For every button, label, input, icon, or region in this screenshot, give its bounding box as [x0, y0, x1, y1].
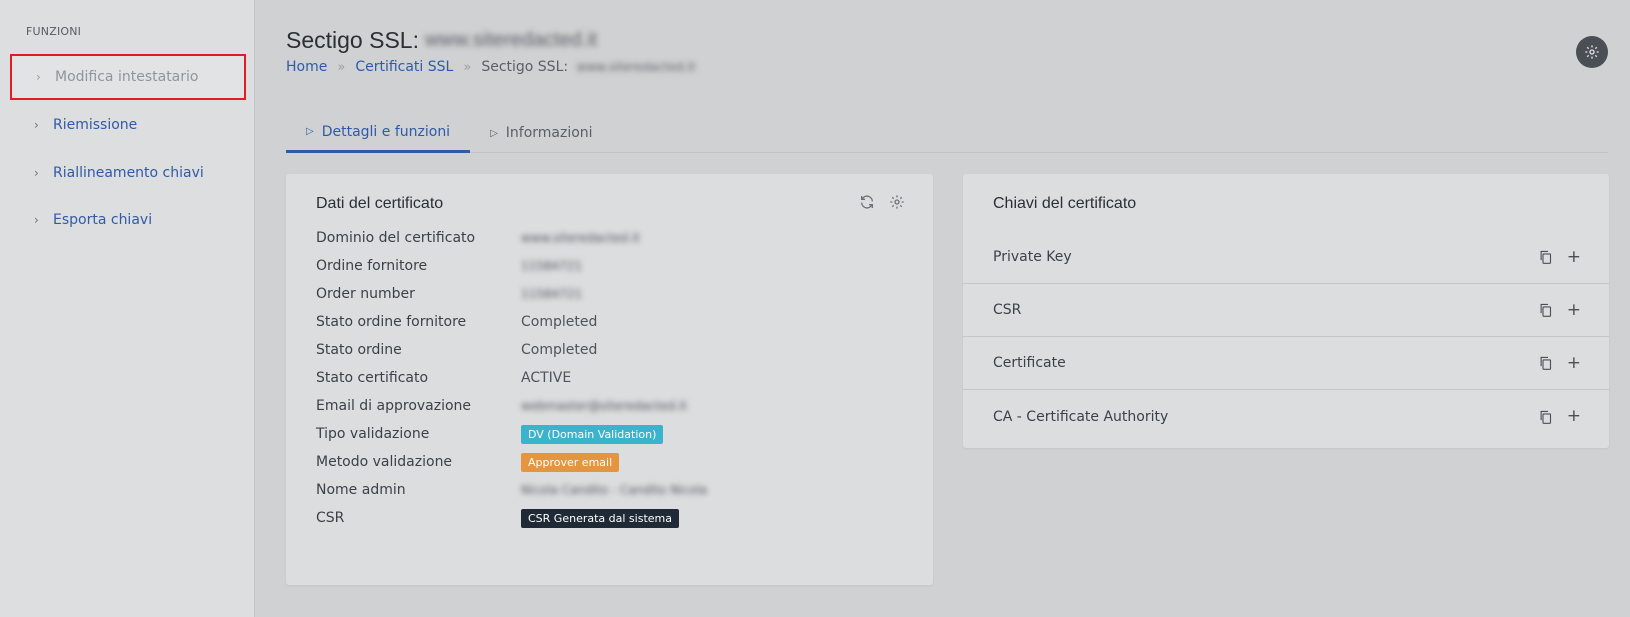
tab-dettagli-e-funzioni[interactable]: ▷ Dettagli e funzioni — [286, 113, 471, 153]
row-value-redacted: www.siteredacted.it — [521, 231, 641, 245]
cert-row-tipo-validazione: Tipo validazione DV (Domain Validation) — [316, 424, 664, 444]
key-actions: + — [1538, 301, 1581, 319]
page-title-domain-redacted: www.siteredacted.it — [424, 29, 598, 51]
key-row-csr[interactable]: CSR + — [963, 284, 1609, 337]
certificate-details-card: Dati del certificato Dominio del certifi… — [286, 174, 933, 585]
row-label: CSR — [316, 510, 345, 526]
row-label: Tipo validazione — [316, 426, 430, 442]
key-row-ca[interactable]: CA - Certificate Authority + — [963, 390, 1609, 443]
certificate-keys-card: Chiavi del certificato Private Key + CSR… — [963, 174, 1609, 448]
row-value-redacted: Nicola Candito - Candito Nicola — [521, 483, 708, 497]
row-label: Nome admin — [316, 482, 406, 498]
key-label: Certificate — [993, 355, 1066, 371]
key-label: Private Key — [993, 249, 1072, 265]
key-actions: + — [1538, 354, 1581, 372]
row-label: Metodo validazione — [316, 454, 453, 470]
cert-row-ordine-fornitore: Ordine fornitore 11584721 — [316, 256, 582, 276]
row-value: ACTIVE — [521, 370, 572, 386]
refresh-icon[interactable] — [859, 194, 875, 210]
breadcrumb-current: Sectigo SSL: www.siteredacted.it — [481, 59, 695, 75]
key-label: CSR — [993, 302, 1022, 318]
cert-row-nome-admin: Nome admin Nicola Candito - Candito Nico… — [316, 480, 707, 500]
chevron-right-icon: › — [34, 166, 39, 180]
main-content: Sectigo SSL: www.siteredacted.it Home » … — [256, 0, 1630, 617]
row-label: Dominio del certificato — [316, 230, 476, 246]
cert-row-stato-certificato: Stato certificato ACTIVE — [316, 368, 571, 388]
card-title: Dati del certificato — [316, 195, 444, 212]
chevron-right-icon: › — [36, 70, 41, 84]
breadcrumb: Home » Certificati SSL » Sectigo SSL: ww… — [286, 59, 696, 75]
key-row-private-key[interactable]: Private Key + — [963, 231, 1609, 284]
key-label: CA - Certificate Authority — [993, 408, 1169, 425]
copy-icon[interactable] — [1538, 249, 1553, 265]
chevron-right-icon: › — [34, 213, 39, 227]
plus-icon[interactable]: + — [1567, 354, 1581, 372]
copy-icon[interactable] — [1538, 302, 1553, 318]
sidebar-item-esporta-chiavi[interactable]: › Esporta chiavi — [10, 197, 246, 243]
sidebar-item-label: Modifica intestatario — [55, 69, 199, 85]
breadcrumb-current-domain-redacted: www.siteredacted.it — [576, 60, 696, 74]
cert-row-metodo-validazione: Metodo validazione Approver email — [316, 452, 620, 472]
key-actions: + — [1538, 248, 1581, 266]
page-settings-button[interactable] — [1576, 36, 1608, 68]
tab-informazioni[interactable]: ▷ Informazioni — [470, 113, 613, 153]
cert-row-email-approvazione: Email di approvazione webmaster@sitereda… — [316, 396, 687, 416]
breadcrumb-current-label: Sectigo SSL: — [481, 59, 569, 75]
plus-icon[interactable]: + — [1567, 248, 1581, 266]
chevron-right-icon: › — [34, 118, 39, 132]
sidebar-heading: FUNZIONI — [26, 25, 82, 38]
cert-row-stato-ordine-fornitore: Stato ordine fornitore Completed — [316, 312, 597, 332]
sidebar-item-riallineamento-chiavi[interactable]: › Riallineamento chiavi — [10, 150, 246, 196]
key-actions: + — [1538, 408, 1581, 425]
plus-icon[interactable]: + — [1567, 408, 1581, 425]
row-value: Completed — [521, 314, 598, 330]
sidebar-item-label: Riallineamento chiavi — [53, 165, 204, 181]
triangle-right-icon: ▷ — [490, 127, 498, 139]
tab-label: Dettagli e funzioni — [321, 123, 451, 140]
tab-label: Informazioni — [505, 125, 593, 141]
gear-icon — [1585, 45, 1599, 59]
row-label: Stato certificato — [316, 370, 429, 386]
row-label: Stato ordine fornitore — [316, 314, 467, 330]
status-badge: CSR Generata dal sistema — [521, 508, 679, 528]
sidebar-item-modifica-intestatario[interactable]: › Modifica intestatario — [10, 54, 246, 100]
status-badge: Approver email — [521, 452, 620, 472]
row-value: Completed — [521, 342, 598, 358]
row-value-redacted: 11584721 — [521, 287, 583, 301]
row-label: Stato ordine — [316, 342, 402, 358]
gear-icon[interactable] — [889, 194, 905, 210]
row-label: Ordine fornitore — [316, 258, 428, 274]
row-label: Order number — [316, 286, 415, 302]
copy-icon[interactable] — [1538, 409, 1553, 425]
sidebar: FUNZIONI › Modifica intestatario › Riemi… — [0, 0, 255, 617]
cert-row-order-number: Order number 11584721 — [316, 284, 582, 304]
triangle-right-icon: ▷ — [306, 126, 314, 137]
cert-row-stato-ordine: Stato ordine Completed — [316, 340, 597, 360]
page-title-text: Sectigo SSL: — [286, 27, 419, 53]
row-value-redacted: webmaster@siteredacted.it — [521, 399, 687, 413]
breadcrumb-separator: » — [337, 59, 346, 75]
row-label: Email di approvazione — [316, 398, 472, 414]
tab-bar: ▷ Dettagli e funzioni ▷ Informazioni — [286, 113, 1608, 153]
copy-icon[interactable] — [1538, 355, 1553, 371]
cert-row-dominio: Dominio del certificato www.siteredacted… — [316, 228, 640, 248]
breadcrumb-separator: » — [463, 59, 472, 75]
card-title: Chiavi del certificato — [993, 195, 1137, 212]
plus-icon[interactable]: + — [1567, 301, 1581, 319]
status-badge: DV (Domain Validation) — [521, 424, 664, 444]
card-tools — [859, 194, 905, 210]
row-value-redacted: 11584721 — [521, 259, 583, 273]
cert-row-csr: CSR CSR Generata dal sistema — [316, 508, 679, 528]
sidebar-item-label: Esporta chiavi — [53, 212, 153, 228]
sidebar-item-label: Riemissione — [53, 117, 138, 133]
breadcrumb-home-link[interactable]: Home — [286, 59, 327, 75]
breadcrumb-certs-link[interactable]: Certificati SSL — [355, 59, 453, 75]
page-title: Sectigo SSL: www.siteredacted.it — [286, 27, 597, 54]
key-row-certificate[interactable]: Certificate + — [963, 337, 1609, 390]
sidebar-item-riemissione[interactable]: › Riemissione — [10, 102, 246, 148]
